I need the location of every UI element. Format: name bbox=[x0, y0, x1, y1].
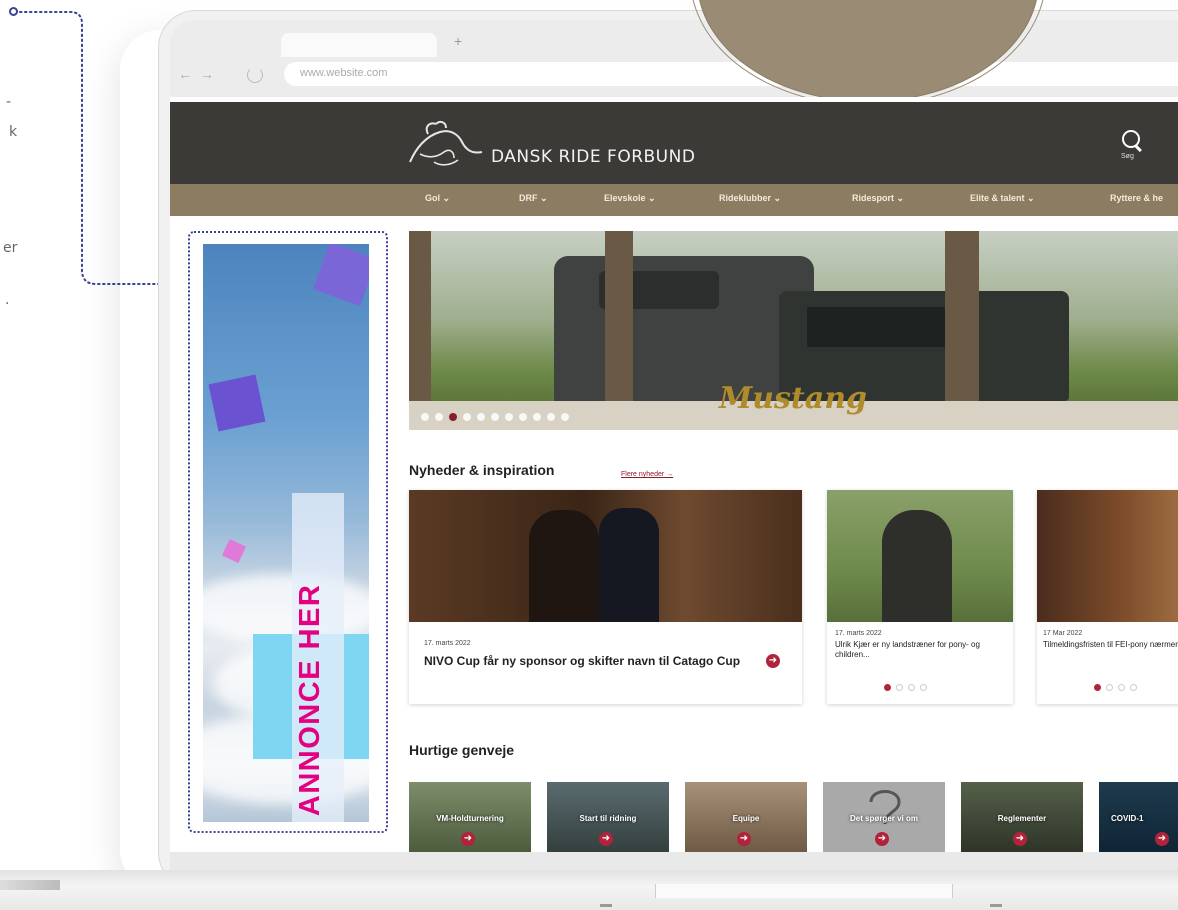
site-title[interactable]: DANSK RIDE FORBUND bbox=[491, 147, 695, 167]
pager-dot[interactable] bbox=[1106, 684, 1113, 691]
arrow-right-icon: ➜ bbox=[737, 832, 751, 846]
news-card-date: 17. marts 2022 bbox=[424, 640, 471, 647]
arrow-right-icon: ➜ bbox=[1155, 832, 1169, 846]
hero-brand-text: Mustang bbox=[719, 381, 867, 416]
site-nav: Gol ⌄ DRF ⌄ Elevskole ⌄ Rideklubber ⌄ Ri… bbox=[170, 184, 1178, 216]
news-card-image bbox=[827, 490, 1013, 622]
hero-dot[interactable] bbox=[547, 413, 555, 421]
news-card-date: 17 Mar 2022 bbox=[1043, 630, 1083, 637]
ad-banner[interactable]: DIN ANNONCE HER bbox=[203, 244, 369, 822]
arrow-right-icon: ➜ bbox=[875, 832, 889, 846]
search-icon[interactable] bbox=[1122, 130, 1140, 148]
search-label[interactable]: Søg bbox=[1121, 153, 1134, 160]
hero-dot[interactable] bbox=[449, 413, 457, 421]
hero-dot[interactable] bbox=[463, 413, 471, 421]
hero-car-window bbox=[807, 307, 957, 347]
ad-headline: DIN ANNONCE HER bbox=[294, 583, 326, 822]
news-card-date: 17. marts 2022 bbox=[835, 630, 882, 637]
shortcuts-section-title: Hurtige genveje bbox=[409, 742, 515, 758]
annotation-text-fragment: k bbox=[9, 124, 18, 140]
hero-dot[interactable] bbox=[561, 413, 569, 421]
cube-decoration bbox=[222, 539, 246, 563]
hero-dot[interactable] bbox=[491, 413, 499, 421]
arrow-right-icon[interactable]: ➜ bbox=[766, 654, 780, 668]
back-forward-buttons[interactable]: ← → bbox=[178, 66, 216, 82]
shortcut-label: Equipe bbox=[732, 814, 760, 823]
hero-pagination[interactable] bbox=[421, 413, 569, 421]
news-card[interactable]: 17. marts 2022 NIVO Cup får ny sponsor o… bbox=[409, 490, 802, 704]
news-card[interactable]: 17. marts 2022 Ulrik Kjær er ny landstræ… bbox=[827, 490, 1013, 704]
nav-item-gol[interactable]: Gol ⌄ bbox=[425, 193, 450, 204]
laptop-hinge bbox=[655, 884, 953, 898]
news-card[interactable]: 17 Mar 2022 Tilmeldingsfristen til FEI-p… bbox=[1037, 490, 1178, 704]
laptop-foot bbox=[990, 904, 1002, 907]
news-card-title: NIVO Cup får ny sponsor og skifter navn … bbox=[424, 654, 741, 668]
news-card-title: Tilmeldingsfristen til FEI-pony nærmer s… bbox=[1043, 640, 1178, 649]
hero-dot[interactable] bbox=[435, 413, 443, 421]
address-bar[interactable] bbox=[284, 62, 1178, 86]
shortcut-tile[interactable]: Reglementer ➜ bbox=[961, 782, 1083, 852]
hero-slider[interactable]: Mustang bbox=[409, 231, 1178, 430]
cube-decoration bbox=[208, 374, 266, 432]
shortcut-tile[interactable]: Det spørger vi om ➜ bbox=[823, 782, 945, 852]
hero-dot[interactable] bbox=[421, 413, 429, 421]
annotation-text-fragment: - bbox=[6, 94, 12, 110]
person-figure bbox=[882, 510, 952, 622]
shortcut-label: VM-Holdturnering bbox=[436, 814, 504, 823]
nav-item-ryttere[interactable]: Ryttere & he bbox=[1110, 193, 1163, 203]
shortcut-tile[interactable]: Equipe ➜ bbox=[685, 782, 807, 852]
arrow-right-icon: ➜ bbox=[599, 832, 613, 846]
horse-figure bbox=[529, 510, 599, 622]
annotation-text-fragment: er bbox=[3, 240, 18, 256]
shortcut-label: Det spørger vi om bbox=[849, 814, 918, 823]
new-tab-button[interactable]: + bbox=[454, 33, 462, 49]
news-card-image bbox=[1037, 490, 1178, 622]
hero-dot[interactable] bbox=[533, 413, 541, 421]
screen-bottom-bezel bbox=[170, 852, 1178, 870]
arrow-right-icon: ➜ bbox=[1013, 832, 1027, 846]
shortcut-tile[interactable]: COVID-1 ➜ bbox=[1099, 782, 1178, 852]
reload-icon[interactable] bbox=[247, 67, 263, 83]
shortcut-tile[interactable]: VM-Holdturnering ➜ bbox=[409, 782, 531, 852]
pager-dot[interactable] bbox=[908, 684, 915, 691]
horse-logo-icon[interactable] bbox=[406, 118, 486, 172]
shortcut-tile[interactable]: Start til ridning ➜ bbox=[547, 782, 669, 852]
nav-item-elevskole[interactable]: Elevskole ⌄ bbox=[604, 193, 656, 204]
shortcut-label: COVID-1 bbox=[1111, 814, 1144, 823]
nav-item-ridesport[interactable]: Ridesport ⌄ bbox=[852, 193, 904, 204]
pager-dot[interactable] bbox=[896, 684, 903, 691]
hero-dot[interactable] bbox=[505, 413, 513, 421]
hero-dot[interactable] bbox=[519, 413, 527, 421]
browser-tab[interactable] bbox=[281, 33, 437, 57]
nav-item-drf[interactable]: DRF ⌄ bbox=[519, 193, 548, 204]
pager-dot[interactable] bbox=[1094, 684, 1101, 691]
news-section-title: Nyheder & inspiration bbox=[409, 462, 555, 478]
news-card-image bbox=[409, 490, 802, 622]
shortcut-label: Start til ridning bbox=[579, 814, 637, 823]
pager-dot[interactable] bbox=[884, 684, 891, 691]
hero-tree bbox=[945, 231, 979, 421]
news-card-title: Ulrik Kjær er ny landstræner for pony- o… bbox=[835, 640, 980, 659]
nav-item-elite-talent[interactable]: Elite & talent ⌄ bbox=[970, 193, 1035, 204]
laptop-base-edge bbox=[0, 880, 60, 890]
cube-decoration bbox=[312, 244, 369, 307]
hero-dot[interactable] bbox=[477, 413, 485, 421]
rider-figure bbox=[599, 508, 659, 622]
site-header: DANSK RIDE FORBUND Søg bbox=[170, 102, 1178, 184]
pager-dot[interactable] bbox=[1118, 684, 1125, 691]
address-bar-url: www.website.com bbox=[300, 67, 388, 79]
card-pagination[interactable] bbox=[884, 684, 927, 691]
more-news-link[interactable]: Flere nyheder → bbox=[621, 471, 673, 478]
laptop-foot bbox=[600, 904, 612, 907]
pager-dot[interactable] bbox=[920, 684, 927, 691]
shortcut-label: Reglementer bbox=[997, 814, 1047, 823]
card-pagination[interactable] bbox=[1094, 684, 1137, 691]
pager-dot[interactable] bbox=[1130, 684, 1137, 691]
annotation-text-fragment: . bbox=[5, 292, 10, 308]
arrow-right-icon: ➜ bbox=[461, 832, 475, 846]
nav-item-rideklubber[interactable]: Rideklubber ⌄ bbox=[719, 193, 781, 204]
hero-tree bbox=[605, 231, 633, 411]
